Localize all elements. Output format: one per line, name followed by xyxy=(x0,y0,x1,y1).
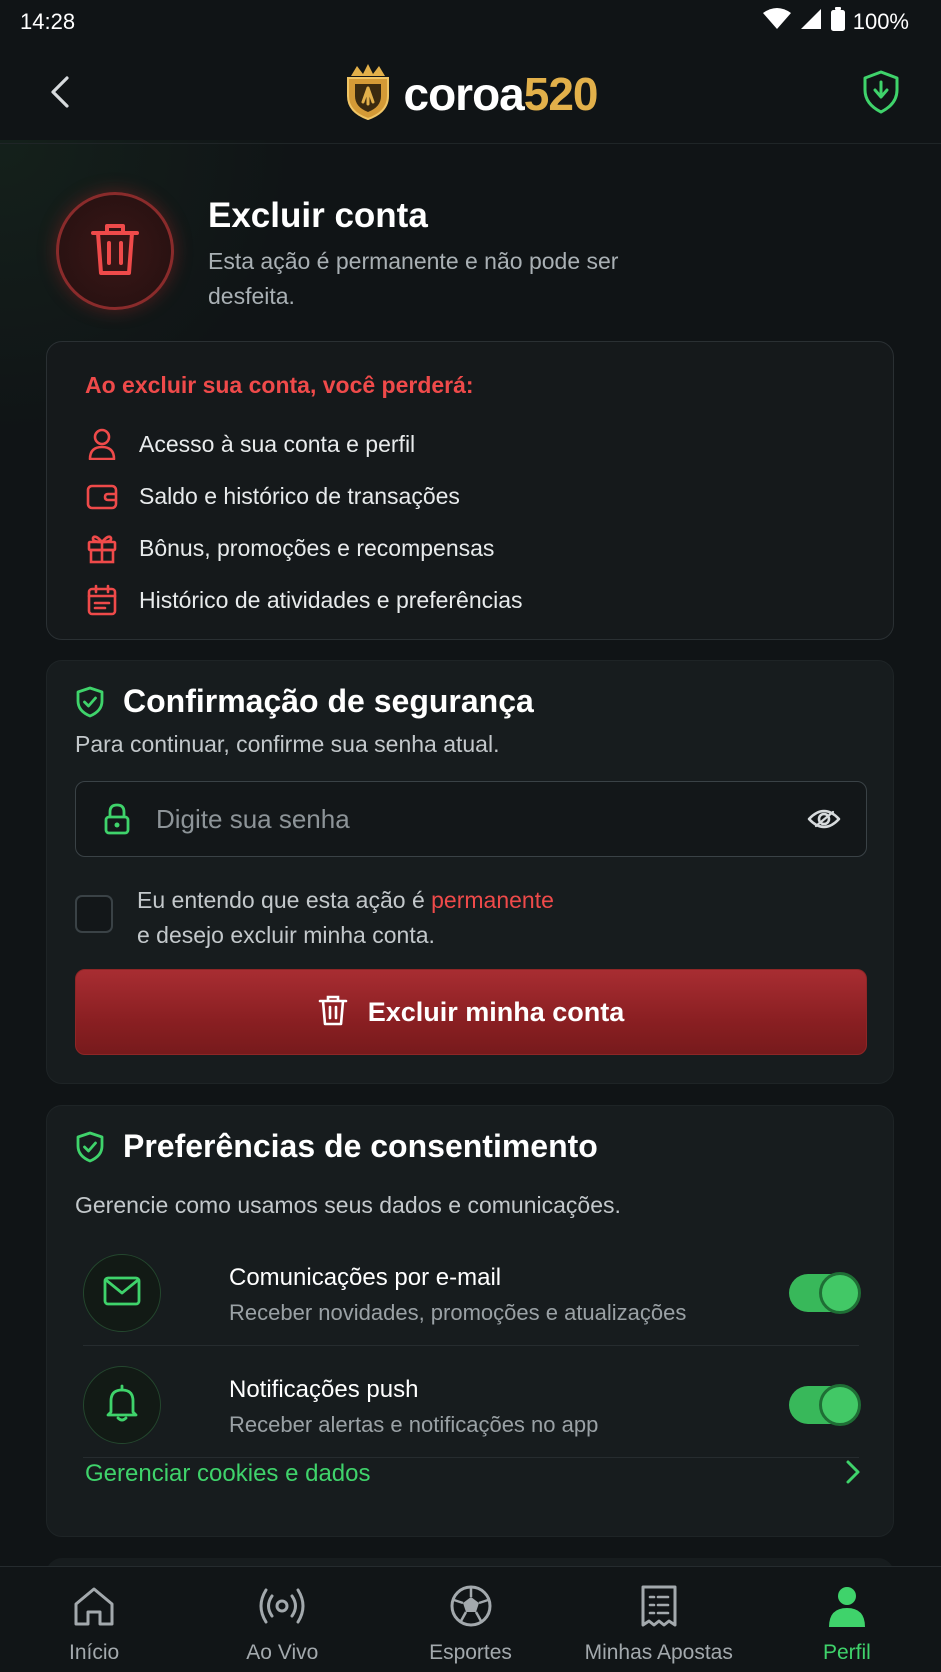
delete-account-button[interactable]: Excluir minha conta xyxy=(75,969,867,1055)
loss-warning-title: Ao excluir sua conta, você perderá: xyxy=(85,372,474,398)
email-preference-desc: Receber novidades, promoções e atualizaç… xyxy=(229,1300,687,1325)
confirm-checkbox[interactable] xyxy=(75,895,113,933)
soccer-ball-icon xyxy=(449,1581,493,1631)
toggle-knob xyxy=(819,1384,861,1426)
toggle-knob xyxy=(819,1272,861,1314)
status-time: 14:28 xyxy=(20,9,76,34)
security-shield-button[interactable] xyxy=(857,68,905,120)
user-icon xyxy=(85,427,119,461)
bottom-navigation: Início Ao Vivo Esportes Minhas Apostas P… xyxy=(0,1566,941,1672)
list-item: Acesso à sua conta e perfil xyxy=(85,418,523,470)
loss-item-label: Histórico de atividades e preferências xyxy=(139,586,523,613)
confirm-text-prefix: Eu entendo que esta ação é xyxy=(137,887,432,913)
shield-icon xyxy=(862,70,900,119)
manage-cookies-label: Gerenciar cookies e dados xyxy=(85,1460,371,1487)
list-item: Saldo e histórico de transações xyxy=(85,470,523,522)
signal-icon xyxy=(799,8,823,36)
loss-warning-card: Ao excluir sua conta, você perderá: Aces… xyxy=(46,341,894,640)
nav-label: Esportes xyxy=(429,1641,512,1664)
status-bar: 14:28 100% xyxy=(0,0,941,44)
bell-icon xyxy=(105,1384,139,1427)
loss-item-label: Bônus, promoções e recompensas xyxy=(139,534,495,561)
logo-text-coroa: coroa xyxy=(403,67,524,120)
delete-account-button-label: Excluir minha conta xyxy=(367,996,625,1027)
mail-icon-badge xyxy=(83,1254,161,1332)
nav-label: Minhas Apostas xyxy=(584,1641,733,1664)
push-toggle[interactable] xyxy=(789,1384,861,1426)
email-preference-title: Comunicações por e-mail xyxy=(229,1264,502,1291)
page-title: Excluir conta xyxy=(208,196,428,235)
email-preference-row: Comunicações por e-mail Receber novidade… xyxy=(83,1234,861,1346)
home-icon xyxy=(72,1581,116,1631)
eye-icon[interactable] xyxy=(804,807,844,831)
lock-icon xyxy=(100,803,134,835)
person-icon xyxy=(827,1581,867,1631)
app-header: coroa520 xyxy=(0,44,941,144)
mail-icon xyxy=(103,1276,141,1311)
status-icons: 100% xyxy=(762,7,909,37)
nav-item-perfil[interactable]: Perfil xyxy=(753,1567,941,1672)
page-subtitle: Esta ação é permanente e não pode ser de… xyxy=(208,248,619,309)
list-item: Histórico de atividades e preferências xyxy=(85,574,523,626)
nav-item-minhas-apostas[interactable]: Minhas Apostas xyxy=(565,1567,753,1672)
bell-icon-badge xyxy=(83,1366,161,1444)
confirm-text: Eu entendo que esta ação é permanente e … xyxy=(137,883,554,953)
shield-check-icon xyxy=(73,1129,107,1165)
confirm-text-highlight: permanente xyxy=(431,887,554,913)
chevron-right-icon xyxy=(845,1459,861,1490)
security-card-subtitle: Para continuar, confirme sua senha atual… xyxy=(75,731,500,757)
loss-item-label: Acesso à sua conta e perfil xyxy=(139,430,416,457)
security-card-title: Confirmação de segurança xyxy=(123,683,534,719)
password-field[interactable] xyxy=(75,781,867,857)
gift-icon xyxy=(85,531,119,565)
permanent-confirmation[interactable]: Eu entendo que esta ação é permanente e … xyxy=(75,883,867,963)
security-card-header: Confirmação de segurança xyxy=(73,683,534,720)
broadcast-icon xyxy=(257,1581,307,1631)
delete-account-hero: Excluir conta Esta ação é permanente e n… xyxy=(56,192,896,312)
security-confirmation-card: Confirmação de segurança Para continuar,… xyxy=(46,660,894,1084)
email-toggle[interactable] xyxy=(789,1272,861,1314)
push-preference-row: Notificações push Receber alertas e noti… xyxy=(83,1346,861,1458)
nav-label: Ao Vivo xyxy=(246,1641,319,1664)
crown-shield-icon xyxy=(343,62,393,125)
push-preference-title: Notificações push xyxy=(229,1376,419,1403)
consent-preferences-card: Preferências de consentimento Gerencie c… xyxy=(46,1105,894,1537)
logo-text-520: 520 xyxy=(523,67,599,120)
wifi-icon xyxy=(762,8,791,36)
nav-label: Início xyxy=(69,1641,120,1664)
nav-item-ao-vivo[interactable]: Ao Vivo xyxy=(188,1567,376,1672)
push-preference-desc: Receber alertas e notificações no app xyxy=(229,1412,599,1437)
shield-check-icon xyxy=(73,684,107,720)
nav-item-inicio[interactable]: Início xyxy=(0,1567,188,1672)
manage-cookies-link[interactable]: Gerenciar cookies e dados xyxy=(85,1444,861,1504)
confirm-text-suffix: e desejo excluir minha conta. xyxy=(137,922,435,948)
list-item: Bônus, promoções e recompensas xyxy=(85,522,523,574)
password-input[interactable] xyxy=(156,803,804,835)
calendar-icon xyxy=(85,583,119,617)
consent-card-header: Preferências de consentimento xyxy=(73,1128,598,1165)
nav-label: Perfil xyxy=(822,1641,871,1664)
wallet-icon xyxy=(85,479,119,513)
consent-card-subtitle: Gerencie como usamos seus dados e comuni… xyxy=(75,1192,621,1218)
consent-card-title: Preferências de consentimento xyxy=(123,1128,598,1164)
back-button[interactable] xyxy=(38,72,82,116)
trash-icon xyxy=(89,221,141,282)
receipt-icon xyxy=(640,1581,678,1631)
chevron-left-icon xyxy=(49,75,71,114)
nav-item-esportes[interactable]: Esportes xyxy=(376,1567,564,1672)
loss-item-label: Saldo e histórico de transações xyxy=(139,482,460,509)
battery-percent: 100% xyxy=(852,9,909,34)
battery-icon xyxy=(830,7,845,37)
loss-list: Acesso à sua conta e perfil Saldo e hist… xyxy=(85,418,523,626)
trash-badge xyxy=(56,192,174,310)
brand-logo: coroa520 xyxy=(343,62,599,125)
trash-icon xyxy=(318,994,348,1031)
